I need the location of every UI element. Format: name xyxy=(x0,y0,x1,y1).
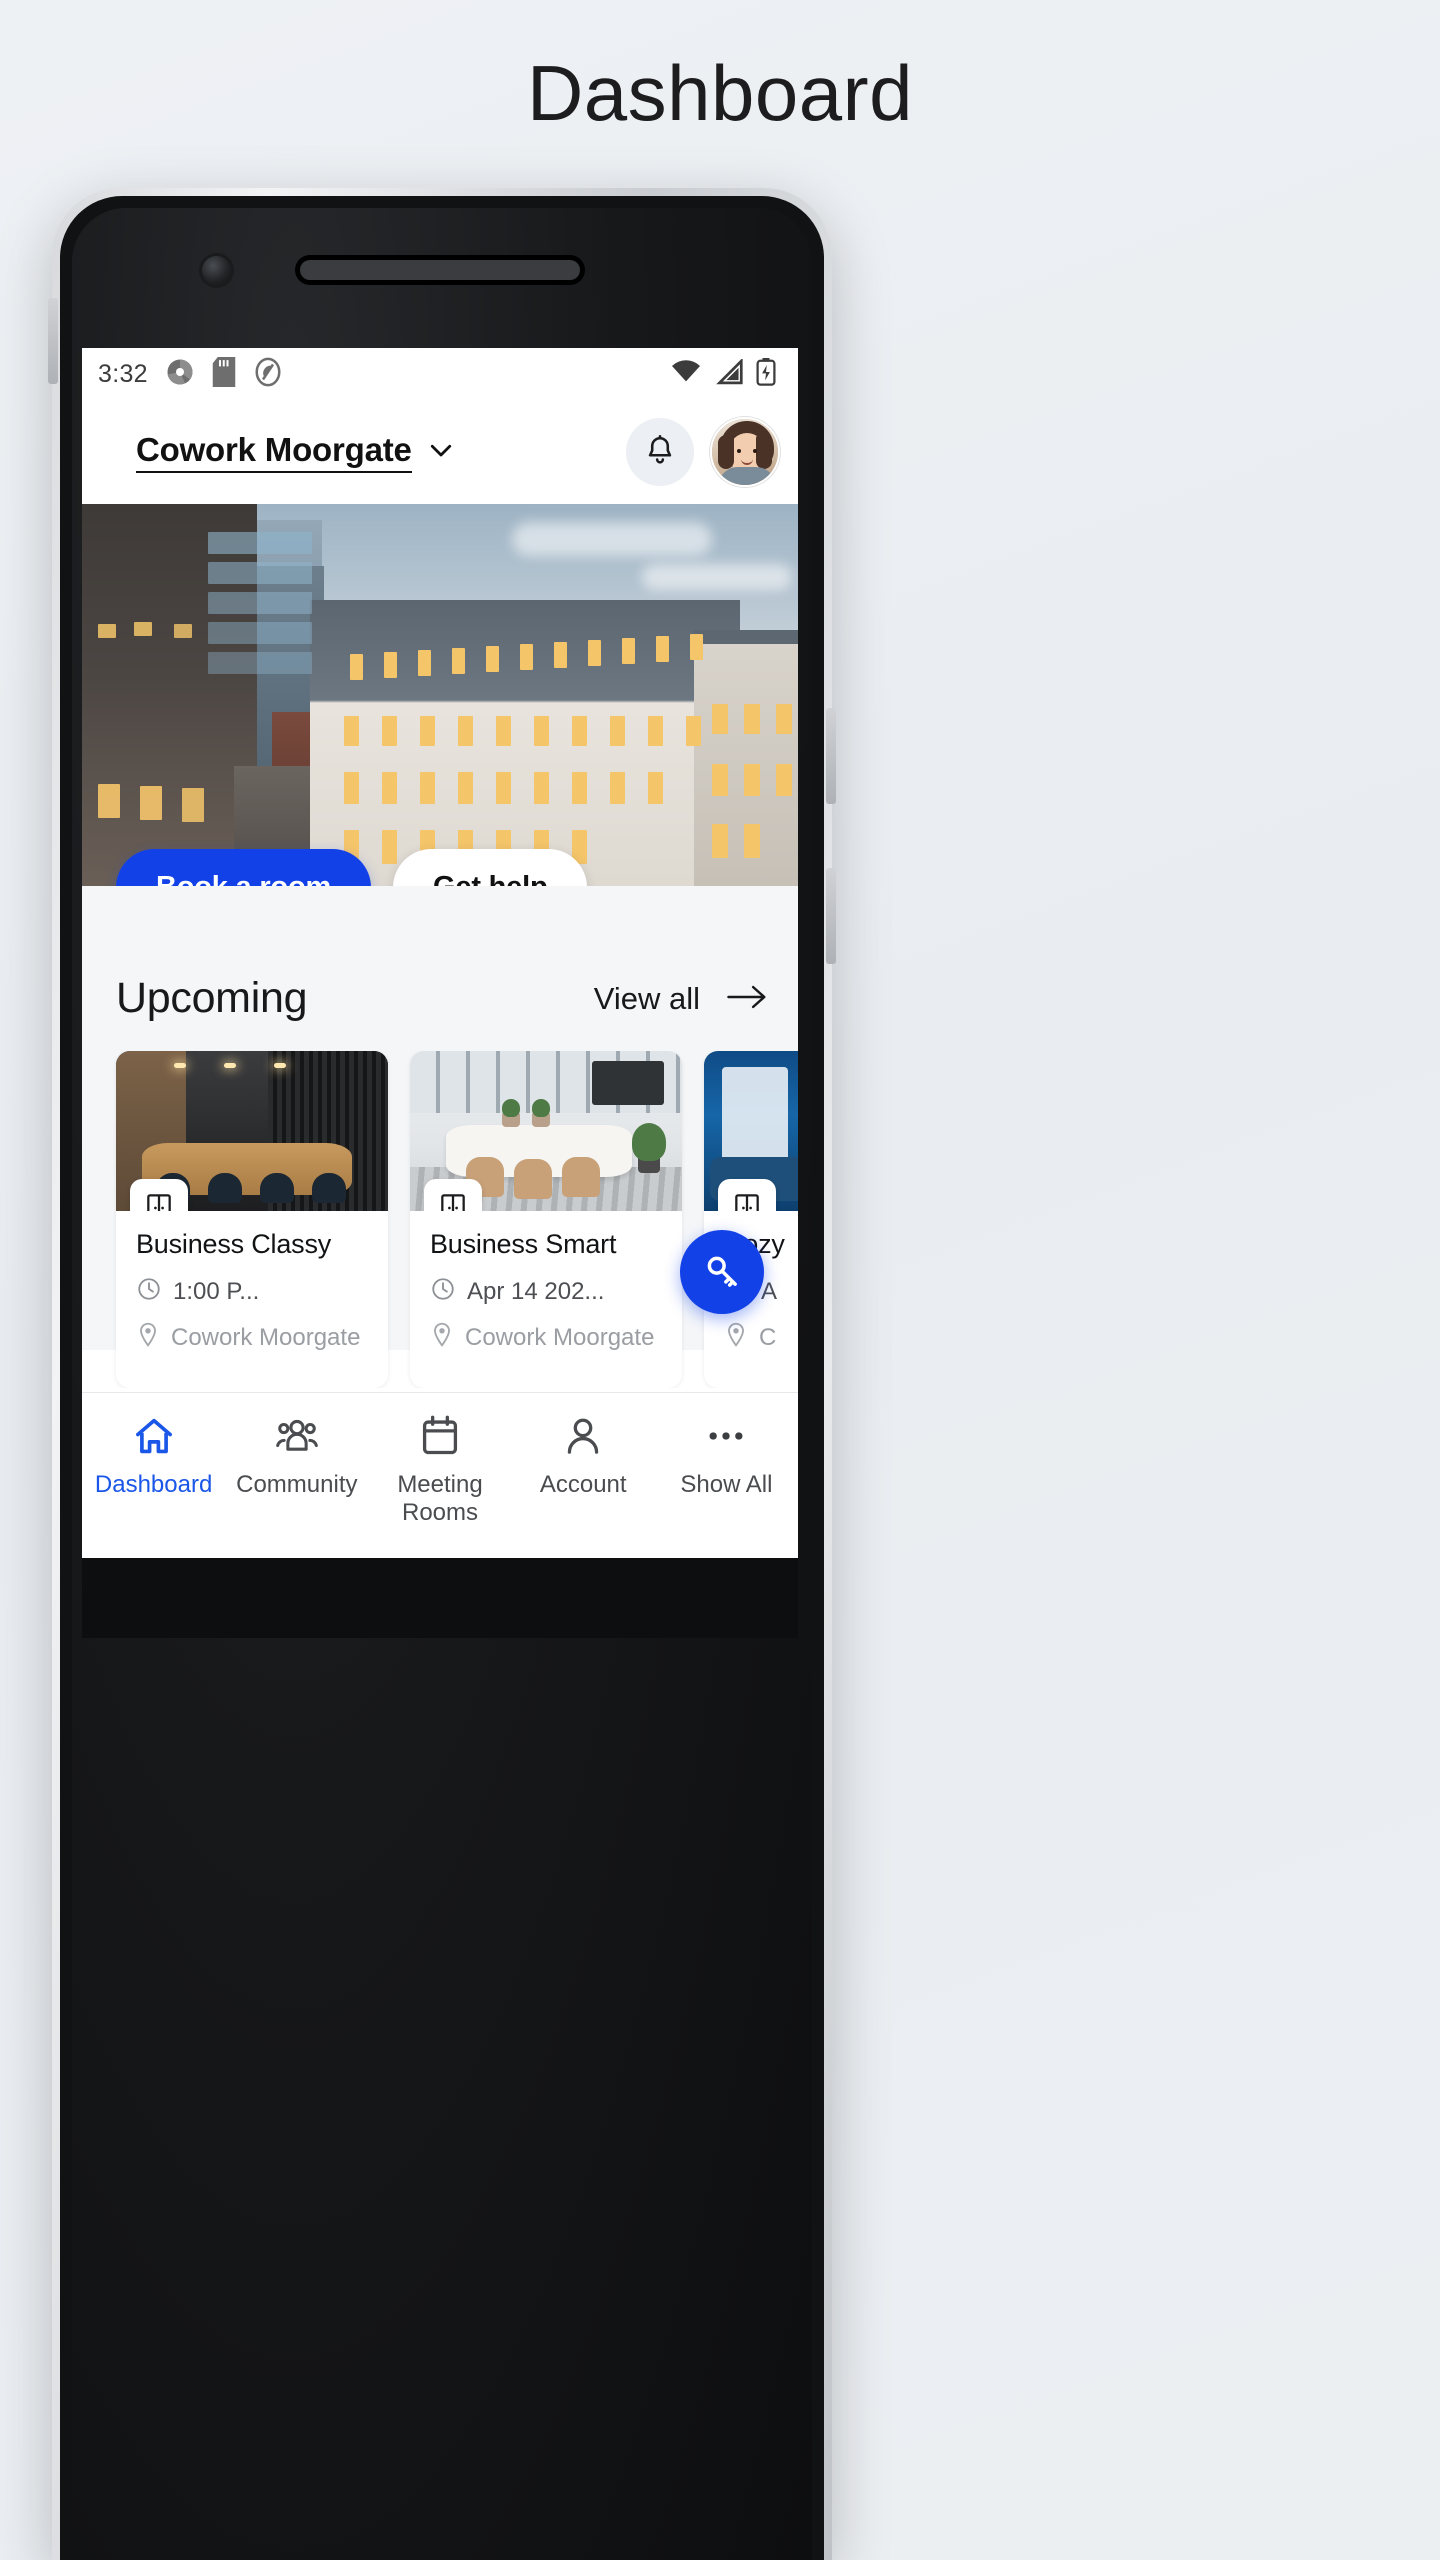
card-location: Cowork Moorgate xyxy=(465,1323,655,1351)
status-bar: 3:32 xyxy=(82,348,798,400)
card-body: Business Smart Apr 14 202... Cowork Moor… xyxy=(410,1211,682,1388)
battery-charging-icon xyxy=(756,357,776,391)
nav-item-account[interactable]: Account xyxy=(512,1413,655,1558)
volume-down-button[interactable] xyxy=(826,868,836,964)
home-icon xyxy=(132,1413,176,1459)
venue-name: Cowork Moorgate xyxy=(136,431,412,473)
venue-selector[interactable]: Cowork Moorgate xyxy=(136,431,456,473)
card-location: Cowork Moorgate xyxy=(171,1323,361,1351)
wifi-icon xyxy=(670,359,702,390)
upcoming-header: Upcoming View all xyxy=(82,974,798,1023)
status-time: 3:32 xyxy=(98,359,148,388)
card-title: Business Smart xyxy=(430,1229,617,1259)
nav-item-meeting-rooms[interactable]: Meeting Rooms xyxy=(368,1413,511,1558)
card-location-row: Cowork Moorgate xyxy=(430,1322,662,1353)
card-time: A xyxy=(761,1277,778,1305)
card-image xyxy=(116,1051,388,1211)
card-title: Business Classy xyxy=(136,1229,332,1259)
phone-mockup: 3:32 Cowork Moorgate Upcoming View all B… xyxy=(48,188,836,2560)
sd-card-icon xyxy=(212,356,236,392)
map-pin-icon xyxy=(724,1322,748,1353)
clock-icon xyxy=(430,1276,456,1307)
card-time: Apr 14 202... xyxy=(467,1277,605,1305)
people-icon xyxy=(275,1413,319,1459)
status-bar-right xyxy=(670,357,776,391)
map-pin-icon xyxy=(136,1322,160,1353)
notifications-button[interactable] xyxy=(626,418,694,486)
door-icon xyxy=(424,1179,482,1211)
camera-aperture-icon xyxy=(165,357,195,392)
phone-bottom-chin xyxy=(82,1558,798,1638)
bell-icon xyxy=(643,434,677,471)
get-help-button[interactable]: Get help xyxy=(393,849,588,886)
phone-screen: 3:32 Cowork Moorgate Upcoming View all B… xyxy=(82,348,798,1558)
nav-item-community[interactable]: Community xyxy=(225,1413,368,1558)
upcoming-title: Upcoming xyxy=(116,974,308,1022)
ellipsis-icon xyxy=(704,1413,748,1459)
earpiece-speaker xyxy=(300,260,580,280)
card-location: C xyxy=(759,1323,777,1351)
door-icon xyxy=(718,1179,776,1211)
calendar-icon xyxy=(418,1413,462,1459)
upcoming-card[interactable]: Business Smart Apr 14 202... Cowork Moor… xyxy=(410,1051,682,1388)
view-all-button[interactable]: View all xyxy=(594,981,768,1017)
door-icon xyxy=(130,1179,188,1211)
nav-label: Dashboard xyxy=(94,1471,213,1498)
card-image xyxy=(410,1051,682,1211)
card-body: Business Classy 1:00 P... Cowork Moorgat… xyxy=(116,1211,388,1388)
volume-up-button[interactable] xyxy=(826,708,836,804)
cellular-signal-icon xyxy=(714,357,744,390)
person-icon xyxy=(561,1413,605,1459)
key-icon xyxy=(701,1250,743,1295)
status-bar-left: 3:32 xyxy=(98,356,283,392)
page-title: Dashboard xyxy=(526,49,914,137)
bottom-navigation: Dashboard Community Meeting Rooms Accoun… xyxy=(82,1392,798,1558)
key-access-fab[interactable] xyxy=(680,1230,764,1314)
nav-item-show-all[interactable]: Show All xyxy=(655,1413,798,1558)
view-all-label: View all xyxy=(593,980,700,1016)
avatar[interactable] xyxy=(710,417,780,487)
map-pin-icon xyxy=(430,1322,454,1353)
book-a-room-button[interactable]: Book a room xyxy=(116,849,372,886)
power-button[interactable] xyxy=(48,298,58,384)
card-time-row: 1:00 P... xyxy=(136,1276,368,1307)
card-location-row: Cowork Moorgate xyxy=(136,1322,368,1353)
app-header: Cowork Moorgate xyxy=(82,400,798,504)
nav-label: Show All xyxy=(680,1471,773,1498)
card-image xyxy=(704,1051,798,1211)
upcoming-card[interactable]: Cozy A C xyxy=(704,1051,798,1388)
upcoming-cards-list[interactable]: Business Classy 1:00 P... Cowork Moorgat… xyxy=(82,1051,798,1388)
hero-image: Book a room Get help xyxy=(82,504,798,886)
card-location-row: C xyxy=(724,1322,798,1353)
nav-label: Community xyxy=(236,1471,358,1498)
upcoming-section: Upcoming View all Business Classy 1:00 P… xyxy=(82,886,798,1388)
front-camera-icon xyxy=(202,256,231,285)
hero-cta-row: Book a room Get help xyxy=(82,849,798,886)
clock-icon xyxy=(136,1276,162,1307)
arrow-right-icon xyxy=(726,984,768,1013)
nav-label: Meeting Rooms xyxy=(397,1471,483,1527)
chevron-down-icon xyxy=(426,435,456,470)
nav-label: Account xyxy=(539,1471,627,1498)
nav-item-dashboard[interactable]: Dashboard xyxy=(82,1413,225,1558)
card-time-row: Apr 14 202... xyxy=(430,1276,662,1307)
header-actions xyxy=(626,417,780,487)
upcoming-card[interactable]: Business Classy 1:00 P... Cowork Moorgat… xyxy=(116,1051,388,1388)
card-time: 1:00 P... xyxy=(173,1277,260,1305)
aperture-outline-icon xyxy=(253,357,283,392)
